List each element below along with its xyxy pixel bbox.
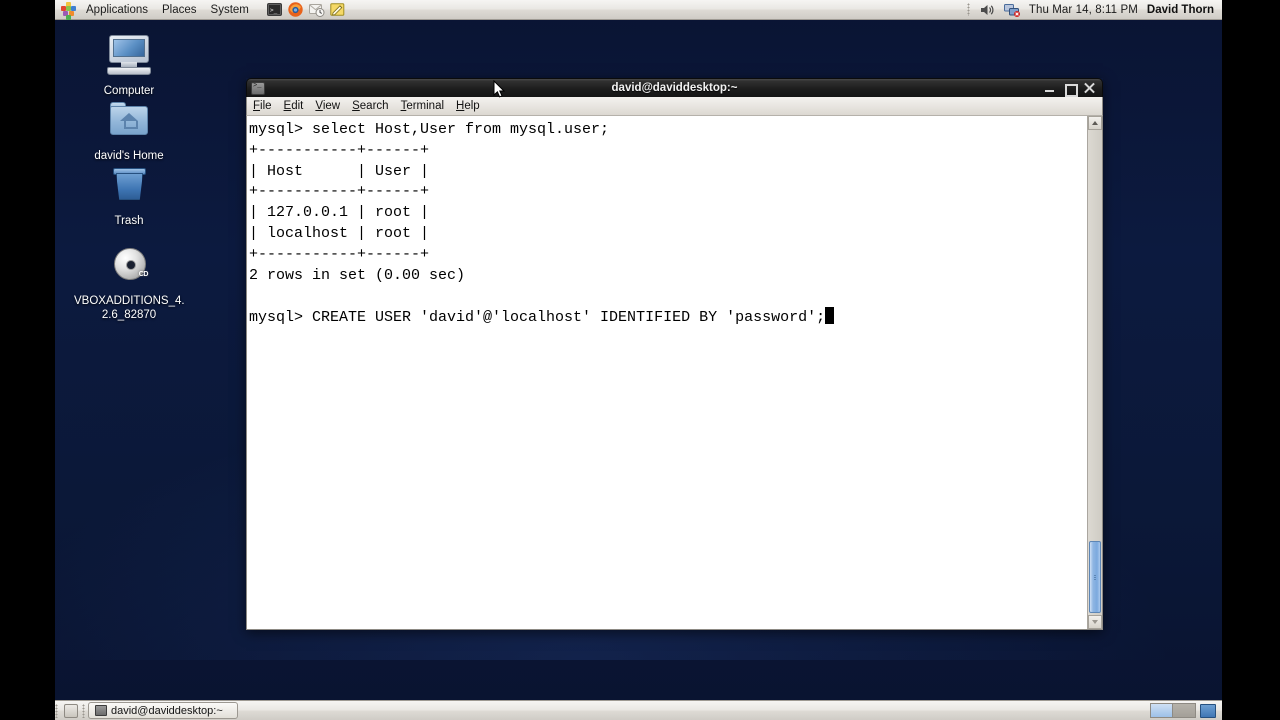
panel-menu-bar: Applications Places System (79, 0, 256, 19)
maximize-icon[interactable] (1064, 83, 1078, 97)
workspace-2[interactable] (1173, 704, 1195, 717)
scroll-down-icon[interactable] (1088, 615, 1102, 629)
user-menu[interactable]: David Thorn (1147, 4, 1214, 16)
desktop-icon-label: david's Home (94, 150, 164, 162)
menu-help[interactable]: Help (450, 98, 486, 115)
desktop: Applications Places System >_ Thu Mar 14… (55, 0, 1222, 720)
terminal-menubar: File Edit View Search Terminal Help (246, 97, 1103, 116)
taskbar-button-terminal[interactable]: david@daviddesktop:~ (88, 702, 238, 719)
close-icon[interactable] (1084, 83, 1095, 94)
svg-text:>_: >_ (270, 7, 278, 14)
menu-file[interactable]: File (247, 98, 278, 115)
panel-launchers: >_ (266, 1, 346, 18)
desktop-icon-cd[interactable]: CD VBOXADDITIONS_4. 2.6_82870 (74, 242, 185, 322)
desktop-icon-home[interactable]: david's Home (74, 97, 184, 163)
notepad-pencil-icon[interactable] (329, 1, 346, 18)
panel-tray: Thu Mar 14, 8:11 PM David Thorn (966, 0, 1222, 19)
menu-system[interactable]: System (204, 1, 256, 19)
menu-applications[interactable]: Applications (79, 1, 155, 19)
terminal-icon (95, 705, 107, 716)
window-controls (1044, 83, 1102, 97)
window-title: david@daviddesktop:~ (611, 82, 738, 94)
trash-icon (105, 162, 153, 210)
cd-label: CD (138, 271, 149, 278)
cd-disc-icon: CD (105, 242, 153, 290)
desktop-icon-computer[interactable]: Computer (74, 32, 184, 98)
trash-applet-icon[interactable] (1200, 703, 1216, 718)
menu-search[interactable]: Search (346, 98, 394, 115)
terminal-window[interactable]: david@daviddesktop:~ File Edit View Sear… (246, 78, 1103, 630)
desktop-icon-label: Trash (114, 215, 144, 227)
network-disconnected-icon[interactable] (1003, 2, 1020, 18)
terminal-titlebar[interactable]: david@daviddesktop:~ (246, 78, 1103, 97)
firefox-icon[interactable] (287, 1, 304, 18)
terminal-body[interactable]: mysql> select Host,User from mysql.user;… (246, 116, 1103, 630)
folder-home-icon (105, 97, 153, 145)
panel-grip (966, 3, 970, 16)
terminal-output[interactable]: mysql> select Host,User from mysql.user;… (247, 116, 1087, 629)
computer-icon (105, 32, 153, 80)
desktop-icon-trash[interactable]: Trash (74, 162, 184, 228)
desktop-icon-label-line2: 2.6_82870 (101, 309, 157, 321)
applications-logo-icon (61, 1, 77, 20)
terminal-text: mysql> select Host,User from mysql.user;… (249, 121, 826, 327)
scroll-up-icon[interactable] (1088, 116, 1102, 130)
show-desktop-icon[interactable] (64, 703, 78, 718)
panel-grip (55, 703, 58, 718)
terminal-icon[interactable]: >_ (266, 1, 283, 18)
desktop-icon-label-line1: VBOXADDITIONS_4. (74, 295, 185, 307)
terminal-scrollbar[interactable] (1087, 116, 1102, 629)
menu-edit[interactable]: Edit (278, 98, 310, 115)
top-panel: Applications Places System >_ Thu Mar 14… (55, 0, 1222, 20)
mouse-cursor (493, 79, 506, 99)
tasklist-grip (82, 703, 85, 718)
taskbar-button-label: david@daviddesktop:~ (111, 704, 223, 717)
bottom-panel: david@daviddesktop:~ (55, 700, 1222, 720)
menu-terminal[interactable]: Terminal (395, 98, 450, 115)
menu-view[interactable]: View (309, 98, 346, 115)
minimize-icon[interactable] (1044, 83, 1055, 94)
bottom-panel-right (1150, 703, 1222, 718)
clock[interactable]: Thu Mar 14, 8:11 PM (1029, 4, 1138, 16)
workspace-switcher[interactable] (1150, 703, 1196, 718)
terminal-icon (251, 81, 265, 95)
terminal-cursor (825, 307, 835, 325)
mail-clock-icon[interactable] (308, 1, 325, 18)
menu-places[interactable]: Places (155, 1, 204, 19)
workspace-1[interactable] (1151, 704, 1173, 717)
desktop-icon-label: Computer (103, 85, 155, 97)
speaker-icon[interactable] (979, 2, 995, 18)
scrollbar-thumb[interactable] (1089, 541, 1101, 613)
